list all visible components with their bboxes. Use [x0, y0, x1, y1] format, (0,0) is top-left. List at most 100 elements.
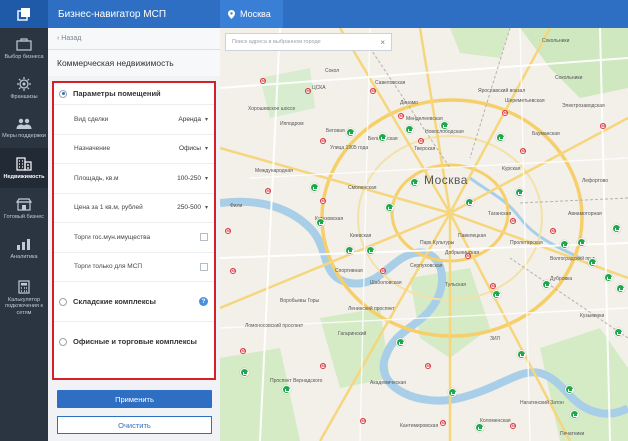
location-pin-icon — [228, 9, 235, 19]
property-marker[interactable] — [496, 133, 505, 142]
map-label: Киевская — [350, 233, 372, 239]
metro-marker[interactable] — [510, 423, 516, 429]
property-marker[interactable] — [346, 128, 355, 137]
property-marker[interactable] — [366, 246, 375, 255]
property-marker[interactable] — [410, 178, 419, 187]
section-office-retail[interactable]: Офисные и торговые комплексы — [54, 321, 214, 361]
metro-marker[interactable] — [490, 283, 496, 289]
metro-marker[interactable] — [260, 78, 266, 84]
property-marker[interactable] — [614, 328, 623, 337]
rail-item-business-choice[interactable]: Выбор бизнеса — [0, 28, 48, 68]
close-icon[interactable]: × — [380, 38, 385, 47]
price-value: 250-500 — [177, 204, 201, 212]
rail-item-analytics[interactable]: Аналитика — [0, 228, 48, 268]
auction-smb-checkbox[interactable] — [200, 262, 208, 271]
back-link[interactable]: ‹ Назад — [48, 28, 220, 50]
property-marker[interactable] — [577, 238, 586, 247]
app-logo[interactable] — [0, 0, 48, 28]
price-label: Цена за 1 кв.м, рублей — [74, 204, 143, 212]
property-marker[interactable] — [492, 290, 501, 299]
apply-button[interactable]: Применить — [57, 390, 212, 408]
map-label: Воробьевы Горы — [280, 298, 320, 304]
map-label: Менделеевская — [406, 116, 443, 122]
rail-item-support[interactable]: Меры поддержки — [0, 108, 48, 148]
property-marker[interactable] — [440, 121, 449, 130]
map-label: Беговая — [326, 128, 345, 134]
rail-item-calculator[interactable]: Калькулятор подключения к сетям — [0, 268, 48, 326]
metro-marker[interactable] — [265, 188, 271, 194]
metro-marker[interactable] — [440, 420, 446, 426]
metro-marker[interactable] — [305, 88, 311, 94]
metro-marker[interactable] — [360, 418, 366, 424]
rail-item-ready-business[interactable]: Готовый бизнес — [0, 188, 48, 228]
property-marker[interactable] — [316, 218, 325, 227]
rail-label: Франшизы — [10, 94, 38, 101]
metro-marker[interactable] — [600, 123, 606, 129]
map-label: Печатники — [560, 431, 585, 437]
metro-marker[interactable] — [510, 218, 516, 224]
metro-marker[interactable] — [225, 228, 231, 234]
property-marker[interactable] — [345, 246, 354, 255]
property-marker[interactable] — [616, 284, 625, 293]
property-marker[interactable] — [378, 133, 387, 142]
metro-marker[interactable] — [465, 253, 471, 259]
map-label: Дубровка — [550, 276, 573, 282]
map-label: Кантемировская — [400, 423, 439, 429]
metro-marker[interactable] — [320, 363, 326, 369]
property-marker[interactable] — [565, 385, 574, 394]
property-marker[interactable] — [405, 125, 414, 134]
city-selector[interactable]: Москва — [220, 0, 283, 28]
help-icon[interactable]: ? — [199, 297, 208, 306]
metro-marker[interactable] — [425, 363, 431, 369]
rail-item-franchises[interactable]: Франшизы — [0, 68, 48, 108]
property-marker[interactable] — [560, 240, 569, 249]
property-marker[interactable] — [517, 350, 526, 359]
radio-warehouse[interactable] — [59, 297, 67, 306]
metro-marker[interactable] — [520, 148, 526, 154]
map-city-label: Москва — [424, 173, 468, 187]
area-select[interactable]: Площадь, кв.м 100-250 ▾ — [54, 163, 214, 193]
metro-marker[interactable] — [550, 228, 556, 234]
property-marker[interactable] — [448, 388, 457, 397]
property-marker[interactable] — [240, 368, 249, 377]
map-label: Тульская — [445, 282, 466, 288]
metro-marker[interactable] — [320, 138, 326, 144]
clear-button[interactable]: Очистить — [57, 416, 212, 434]
section-premises-params[interactable]: Параметры помещений — [54, 83, 214, 104]
rail-item-real-estate[interactable]: Недвижимость — [0, 148, 48, 188]
metro-marker[interactable] — [380, 268, 386, 274]
metro-marker[interactable] — [230, 268, 236, 274]
metro-marker[interactable] — [398, 113, 404, 119]
metro-marker[interactable] — [418, 138, 424, 144]
metro-marker[interactable] — [240, 348, 246, 354]
metro-marker[interactable] — [370, 88, 376, 94]
radio-premises-params[interactable] — [59, 89, 67, 98]
price-select[interactable]: Цена за 1 кв.м, рублей 250-500 ▾ — [54, 192, 214, 223]
section-label: Складские комплексы — [73, 297, 156, 306]
property-marker[interactable] — [310, 183, 319, 192]
auction-state-checkbox[interactable] — [200, 233, 208, 242]
property-marker[interactable] — [515, 188, 524, 197]
map-label: Фили — [230, 203, 243, 209]
address-search-input[interactable]: Поиск адреса в выбранном городе × — [225, 33, 392, 51]
property-marker[interactable] — [465, 198, 474, 207]
calculator-icon — [18, 280, 30, 294]
deal-type-select[interactable]: Вид сделки Аренда ▾ — [54, 104, 214, 134]
map-view[interactable]: Поиск адреса в выбранном городе × Москва… — [220, 28, 628, 441]
property-marker[interactable] — [475, 423, 484, 432]
property-marker[interactable] — [385, 203, 394, 212]
purpose-select[interactable]: Назначение Офисы ▾ — [54, 133, 214, 164]
property-marker[interactable] — [588, 258, 597, 267]
map-label: Савеловская — [375, 80, 406, 86]
property-marker[interactable] — [604, 273, 613, 282]
property-marker[interactable] — [396, 338, 405, 347]
property-marker[interactable] — [570, 410, 579, 419]
metro-marker[interactable] — [320, 198, 326, 204]
property-marker[interactable] — [612, 224, 621, 233]
property-marker[interactable] — [542, 280, 551, 289]
metro-marker[interactable] — [502, 110, 508, 116]
section-warehouse[interactable]: Складские комплексы ? — [54, 281, 214, 321]
property-marker[interactable] — [282, 385, 291, 394]
radio-office-retail[interactable] — [59, 337, 67, 346]
map-label: Тверская — [414, 146, 436, 152]
